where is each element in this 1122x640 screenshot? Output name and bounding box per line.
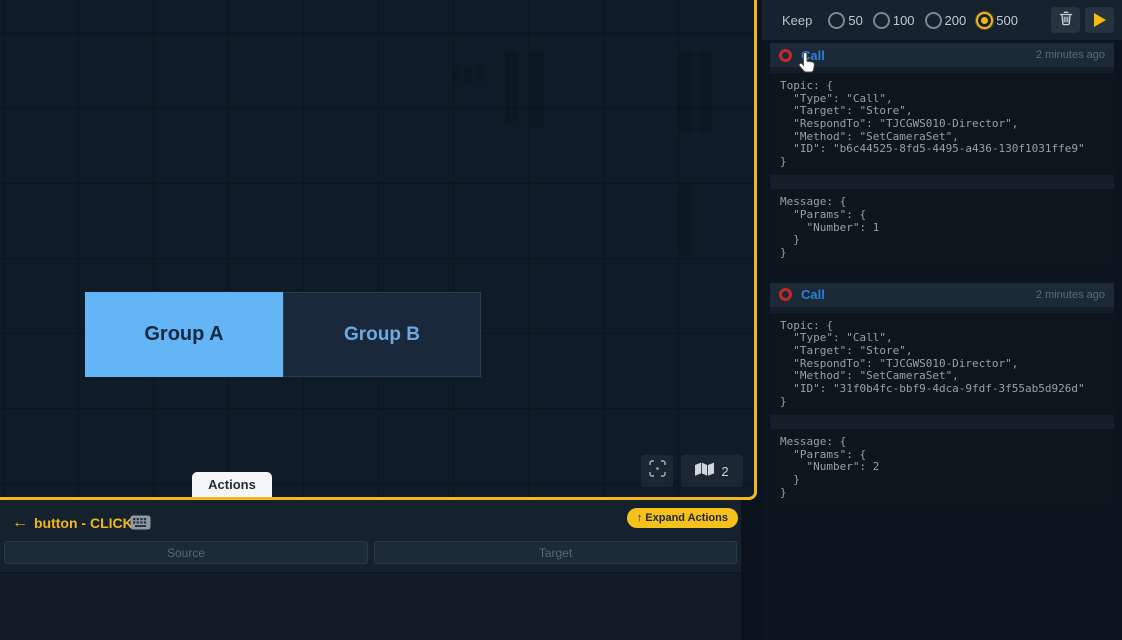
keep-option-500[interactable]: 500: [976, 12, 1018, 29]
keyboard-icon: [130, 515, 151, 535]
action-title: button - CLICK: [34, 515, 133, 531]
mouse-cursor: [797, 52, 816, 79]
radio-icon: [976, 12, 993, 29]
play-button[interactable]: [1085, 7, 1114, 33]
record-icon: [779, 288, 792, 301]
app-window: Group A Group B Actions 2: [0, 0, 1122, 640]
message-card-header[interactable]: Call 2 minutes ago: [770, 43, 1114, 67]
fit-view-icon: [649, 460, 666, 482]
keep-option-50[interactable]: 50: [828, 12, 862, 29]
play-icon: [1094, 13, 1106, 27]
keep-option-100[interactable]: 100: [873, 12, 915, 29]
group-a-button[interactable]: Group A: [85, 292, 283, 377]
keep-option-label: 500: [996, 13, 1018, 28]
topic-code-block: Topic: { "Type": "Call", "Target": "Stor…: [770, 73, 1114, 175]
message-timestamp: 2 minutes ago: [1036, 49, 1105, 61]
keep-toolbar: Keep 50 100 200 500: [762, 0, 1122, 40]
actions-tab-label: Actions: [208, 477, 256, 492]
keep-label: Keep: [782, 13, 812, 28]
keep-option-200[interactable]: 200: [925, 12, 967, 29]
message-card-header[interactable]: Call 2 minutes ago: [770, 283, 1114, 307]
message-code-block: Message: { "Params": { "Number": 1 } }: [770, 189, 1114, 266]
topic-code-block: Topic: { "Type": "Call", "Target": "Stor…: [770, 313, 1114, 415]
expand-actions-button[interactable]: ↑ Expand Actions: [627, 508, 738, 528]
group-b-button[interactable]: Group B: [283, 292, 481, 377]
message-card: Call 2 minutes ago Topic: { "Type": "Cal…: [770, 43, 1114, 267]
group-a-label: Group A: [144, 323, 223, 346]
canvas-artifact: [678, 185, 692, 255]
action-editor-body: [0, 572, 741, 640]
record-icon: [779, 49, 792, 62]
canvas-artifact: [452, 66, 460, 82]
canvas-artifact: [464, 66, 472, 82]
keep-option-label: 100: [893, 13, 915, 28]
canvas-artifact: [530, 50, 544, 128]
trash-icon: [1059, 11, 1073, 29]
map-icon: [695, 462, 714, 480]
message-timestamp: 2 minutes ago: [1036, 289, 1105, 301]
target-input[interactable]: [374, 541, 737, 564]
message-card: Call 2 minutes ago Topic: { "Type": "Cal…: [770, 283, 1114, 507]
clear-messages-button[interactable]: [1051, 7, 1080, 33]
keep-option-label: 50: [848, 13, 862, 28]
fit-view-button[interactable]: [641, 455, 673, 487]
message-code-block: Message: { "Params": { "Number": 2 } }: [770, 429, 1114, 506]
canvas-artifact: [476, 66, 484, 82]
flow-canvas[interactable]: Group A Group B Actions 2: [0, 0, 757, 500]
group-b-label: Group B: [344, 324, 420, 346]
minimap-button[interactable]: 2: [681, 455, 743, 487]
canvas-artifact: [678, 52, 692, 132]
radio-icon: [828, 12, 845, 29]
minimap-count: 2: [721, 464, 728, 479]
radio-icon: [925, 12, 942, 29]
back-button[interactable]: ←: [12, 514, 28, 532]
source-input[interactable]: [4, 541, 368, 564]
message-panel: Keep 50 100 200 500: [762, 0, 1122, 640]
canvas-artifact: [505, 50, 517, 122]
keep-option-label: 200: [945, 13, 967, 28]
action-editor-panel: ← button - CLICK ↑ Expand Actions: [0, 500, 741, 640]
message-type-label[interactable]: Call: [801, 287, 825, 302]
actions-tab[interactable]: Actions: [192, 472, 272, 497]
canvas-artifact: [700, 52, 712, 132]
radio-icon: [873, 12, 890, 29]
